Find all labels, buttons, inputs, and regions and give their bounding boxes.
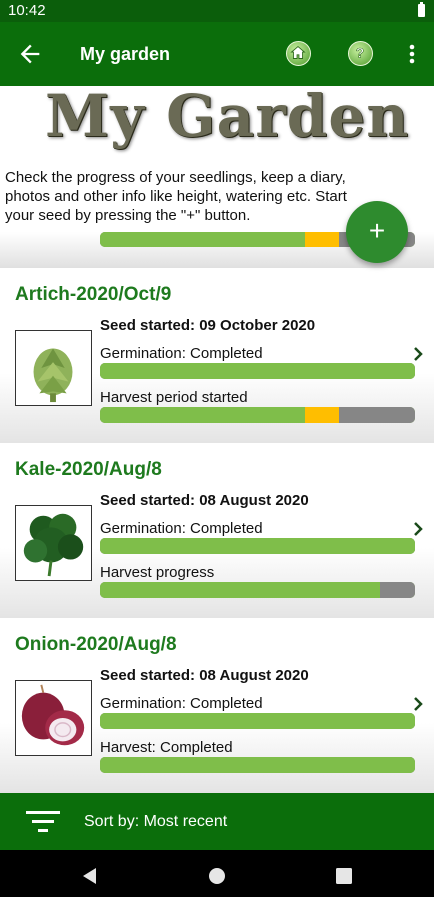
harvest-progress-bar xyxy=(100,582,415,598)
harvest-label: Harvest period started xyxy=(100,389,248,406)
sort-bar[interactable]: Sort by: Most recent xyxy=(0,793,434,850)
plant-thumbnail xyxy=(15,330,92,406)
system-nav-bar xyxy=(0,850,434,897)
svg-text:?: ? xyxy=(356,46,364,61)
germination-progress-bar xyxy=(100,363,415,379)
harvest-label: Harvest progress xyxy=(100,564,215,581)
plant-name: Kale-2020/Aug/8 xyxy=(15,459,162,480)
germination-progress-bar xyxy=(100,538,415,554)
germination-label: Germination: Completed xyxy=(100,345,263,362)
status-bar: 10:42 xyxy=(0,0,434,22)
germination-progress-bar xyxy=(100,713,415,729)
germination-fill xyxy=(100,538,415,554)
list-item[interactable]: Onion-2020/Aug/8 Seed started: 08 August… xyxy=(0,618,434,793)
list-item[interactable]: Kale-2020/Aug/8 Seed started: 08 August … xyxy=(0,443,434,618)
chevron-right-icon xyxy=(414,347,423,361)
app-bar: My garden ? xyxy=(0,22,434,86)
peek-green-fill xyxy=(100,232,305,247)
back-arrow-icon[interactable] xyxy=(16,40,44,68)
peek-yellow-fill xyxy=(304,232,340,247)
harvest-green-fill xyxy=(100,407,305,423)
seed-started-date: Seed started: 08 August 2020 xyxy=(100,667,309,684)
plant-thumbnail xyxy=(15,505,92,581)
harvest-green-fill xyxy=(100,582,381,598)
plant-thumbnail xyxy=(15,680,92,756)
home-button[interactable] xyxy=(286,41,311,66)
harvest-yellow-fill xyxy=(304,407,340,423)
germination-fill xyxy=(100,713,415,729)
help-icon: ? xyxy=(356,45,365,61)
nav-back-icon[interactable] xyxy=(80,866,100,886)
chevron-right-icon xyxy=(414,522,423,536)
germination-fill xyxy=(100,363,415,379)
plant-name: Onion-2020/Aug/8 xyxy=(15,634,177,655)
harvest-label: Harvest: Completed xyxy=(100,739,233,756)
battery-icon xyxy=(418,2,425,17)
help-button[interactable]: ? xyxy=(348,41,373,66)
nav-recents-icon[interactable] xyxy=(334,866,354,886)
page-title: My garden xyxy=(80,44,171,64)
sort-label[interactable]: Sort by: Most recent xyxy=(84,813,227,831)
seed-started-date: Seed started: 09 October 2020 xyxy=(100,317,316,334)
plus-icon: + xyxy=(368,215,386,246)
filter-icon[interactable] xyxy=(26,810,60,834)
plant-name: Artich-2020/Oct/9 xyxy=(15,284,172,305)
list-item[interactable]: Artich-2020/Oct/9 Seed started: 09 Octob… xyxy=(0,268,434,443)
seed-started-date: Seed started: 08 August 2020 xyxy=(100,492,309,509)
harvest-green-fill xyxy=(100,757,415,773)
germination-label: Germination: Completed xyxy=(100,695,263,712)
home-icon xyxy=(290,45,306,59)
harvest-progress-bar xyxy=(100,407,415,423)
more-vert-icon[interactable] xyxy=(405,42,419,66)
app-logo: My Garden xyxy=(45,86,410,150)
intro-text: Check the progress of your seedlings, ke… xyxy=(5,169,347,224)
nav-home-icon[interactable] xyxy=(207,866,227,886)
add-seed-button[interactable]: + xyxy=(346,201,408,263)
status-time: 10:42 xyxy=(8,2,46,19)
germination-label: Germination: Completed xyxy=(100,520,263,537)
chevron-right-icon xyxy=(414,697,423,711)
harvest-progress-bar xyxy=(100,757,415,773)
